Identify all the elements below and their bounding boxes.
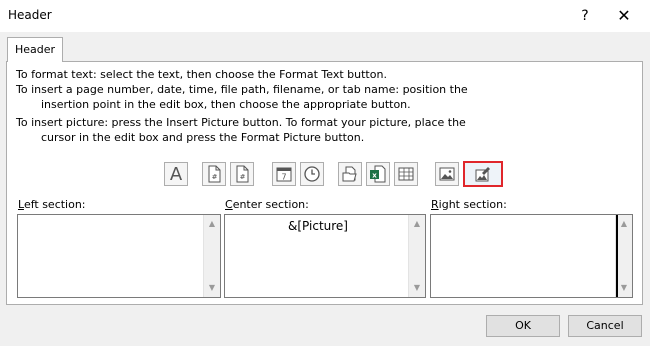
center-section-label: Center section: [225,198,309,211]
tab-header[interactable]: Header [7,37,63,62]
insert-sheet-name-button[interactable] [394,162,418,186]
instruction-line-4: To insert picture: press the Insert Pict… [16,116,466,129]
right-section-input[interactable]: ▲ ▼ [430,214,633,298]
center-section-input[interactable]: &[Picture] ▲ ▼ [224,214,426,298]
left-section-label: Left section: [18,198,86,211]
number-of-pages-icon: # [236,165,249,183]
tab-header-label: Header [14,43,56,56]
scroll-down-icon[interactable]: ▼ [616,281,632,295]
scroll-up-icon[interactable]: ▲ [409,217,425,231]
insert-file-name-button[interactable]: x [366,162,390,186]
insert-number-of-pages-button[interactable]: # [230,162,254,186]
insert-time-button[interactable] [300,162,324,186]
title-bar: Header ? ✕ [0,0,650,32]
right-section-label: Right section: [431,198,507,211]
clock-icon [304,166,320,182]
scroll-up-icon[interactable]: ▲ [204,217,220,231]
left-section-input[interactable]: ▲ ▼ [17,214,221,298]
format-text-icon: A [169,163,183,185]
folder-icon [342,166,357,182]
ok-button[interactable]: OK [486,315,560,337]
center-section-scrollbar[interactable]: ▲ ▼ [408,215,425,297]
insert-picture-button[interactable] [435,162,459,186]
right-section-scrollbar[interactable]: ▲ ▼ [615,215,632,297]
format-picture-button[interactable] [463,161,503,187]
svg-text:#: # [212,173,218,181]
scroll-up-icon[interactable]: ▲ [616,217,632,231]
svg-text:7: 7 [281,173,286,182]
insert-date-button[interactable]: 7 [272,162,296,186]
calendar-icon: 7 [276,167,292,182]
cancel-button[interactable]: Cancel [568,315,642,337]
excel-file-icon: x [370,165,386,183]
instruction-line-5: cursor in the edit box and press the For… [41,131,365,144]
window-title: Header [8,8,52,22]
format-text-button[interactable]: A [164,162,188,186]
instruction-line-3: insertion point in the edit box, then ch… [41,98,411,111]
instruction-line-2: To insert a page number, date, time, fil… [16,83,468,96]
left-section-scrollbar[interactable]: ▲ ▼ [203,215,220,297]
scroll-down-icon[interactable]: ▼ [409,281,425,295]
insert-page-number-button[interactable]: # [202,162,226,186]
scroll-down-icon[interactable]: ▼ [204,281,220,295]
format-picture-icon [475,167,490,182]
instruction-line-1: To format text: select the text, then ch… [16,68,387,81]
sheet-icon [398,167,414,181]
help-button[interactable]: ? [575,6,595,26]
picture-icon [439,167,455,181]
page-number-icon: # [208,165,221,183]
svg-text:x: x [372,172,377,180]
center-section-text: &[Picture] [288,219,348,233]
insert-file-path-button[interactable] [338,162,362,186]
svg-text:#: # [240,173,246,181]
close-button[interactable]: ✕ [614,6,634,26]
